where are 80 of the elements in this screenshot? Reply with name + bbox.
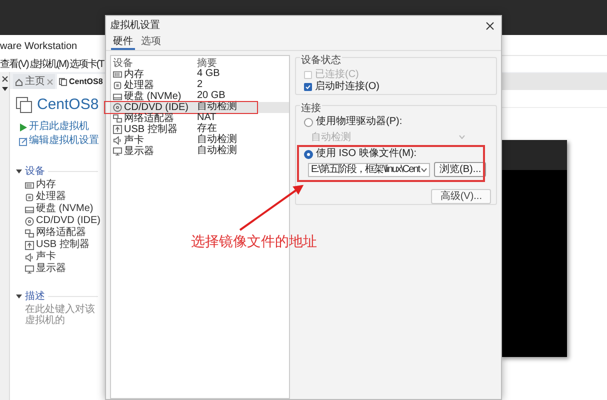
dialog-title: 虚拟机设置 — [110, 18, 160, 33]
column-header: 设备 — [113, 58, 133, 69]
caret-down-icon[interactable] — [16, 169, 22, 174]
close-icon — [47, 78, 53, 84]
table-cell-text: 2 — [197, 80, 204, 91]
radio-button[interactable] — [304, 150, 313, 158]
usb-icon — [113, 125, 122, 134]
menu-item[interactable]: 虚拟机(M) — [29, 57, 68, 72]
window-icon — [59, 78, 67, 86]
device-item[interactable]: 网络适配器 — [25, 227, 86, 239]
device-row[interactable]: 处理器 2 — [111, 80, 289, 91]
device-item[interactable]: 声卡 — [25, 251, 56, 263]
device-row[interactable]: 网络适配器 NAT — [111, 113, 289, 124]
menu-item[interactable]: 选项卡(T — [69, 57, 104, 72]
device-item[interactable]: 处理器 — [25, 191, 66, 203]
browse-button[interactable]: 浏览(B)... — [434, 162, 486, 177]
action-link[interactable]: 开启此虚拟机 — [19, 121, 89, 133]
table-cell-text: NAT — [197, 113, 218, 123]
device-item[interactable]: 显示器 — [25, 263, 66, 275]
device-row[interactable]: 声卡 自动检测 — [111, 135, 289, 146]
monitor-icon — [25, 264, 34, 274]
window-title: ware Workstation — [0, 40, 78, 54]
vm-name: CentOS8 — [37, 94, 99, 115]
section-title: 描述 — [25, 290, 45, 304]
disc-icon — [25, 216, 34, 226]
close-icon — [2, 76, 8, 82]
checkbox-label: 启动时连接(O) — [315, 82, 380, 92]
checkbox[interactable] — [304, 82, 312, 90]
network-icon — [25, 228, 34, 238]
chip-icon — [113, 81, 122, 90]
tab[interactable]: 主页 — [13, 74, 55, 89]
device-row[interactable]: 显示器 自动检测 — [111, 146, 289, 157]
vm-icon — [16, 97, 32, 113]
caret-icon — [2, 87, 8, 91]
tab[interactable]: 硬件 — [111, 35, 135, 50]
table-cell-text: 自动检测 — [197, 135, 238, 145]
caret-down-icon[interactable] — [16, 294, 22, 299]
speaker-icon — [113, 136, 122, 145]
usb-icon — [25, 240, 34, 250]
radio-label: 使用 ISO 映像文件(M): — [316, 149, 417, 159]
annotation-arrow — [239, 184, 304, 231]
checkbox-label: 已连接(C) — [315, 70, 359, 80]
description-field[interactable]: 在此处键入对该虚拟机的 — [25, 304, 103, 326]
radio-button[interactable] — [304, 118, 313, 126]
table-cell-text: 自动检测 — [197, 146, 238, 157]
play-icon — [19, 122, 28, 132]
device-row[interactable]: 内存 4 GB — [111, 69, 289, 80]
caret-icon — [421, 168, 428, 172]
radio-label: 使用物理驱动器(P): — [316, 117, 402, 127]
caret-icon — [459, 135, 465, 139]
device-row[interactable]: 硬盘 (NVMe) 20 GB — [111, 91, 289, 102]
edit-icon — [19, 136, 28, 146]
annotation-text: 选择镜像文件的地址 — [191, 232, 317, 251]
speaker-icon — [25, 252, 34, 262]
device-item[interactable]: 硬盘 (NVMe) — [25, 203, 94, 215]
section-title: 设备 — [25, 165, 45, 178]
memory-icon — [25, 180, 34, 190]
tab[interactable]: 选项 — [139, 35, 163, 50]
group-title: 设备状态 — [300, 56, 342, 66]
device-item[interactable]: CD/DVD (IDE) — [25, 215, 100, 227]
action-link[interactable]: 编辑虚拟机设置 — [19, 135, 99, 147]
chip-icon — [25, 192, 34, 202]
device-item[interactable]: USB 控制器 — [25, 239, 90, 251]
memory-icon — [113, 70, 122, 79]
advanced-button[interactable]: 高级(V)... — [431, 189, 491, 204]
monitor-icon — [113, 147, 122, 156]
tab[interactable]: CentOS8 — [57, 74, 105, 89]
close-icon[interactable] — [486, 22, 494, 30]
network-icon — [113, 114, 122, 123]
disc-icon — [113, 103, 122, 112]
group-title: 连接 — [300, 104, 322, 114]
device-row[interactable]: USB 控制器 存在 — [111, 124, 289, 135]
home-icon — [15, 78, 23, 86]
iso-path-dropdown[interactable]: E:\第五阶段，框架\linux\Cent — [308, 162, 430, 176]
device-item[interactable]: 内存 — [25, 179, 56, 191]
column-header: 摘要 — [197, 58, 218, 69]
table-cell-text: 4 GB — [197, 69, 221, 80]
menu-item[interactable]: 查看(V) — [0, 57, 28, 72]
table-cell-text: 20 GB — [197, 91, 226, 101]
table-cell-text: 存在 — [197, 124, 217, 134]
